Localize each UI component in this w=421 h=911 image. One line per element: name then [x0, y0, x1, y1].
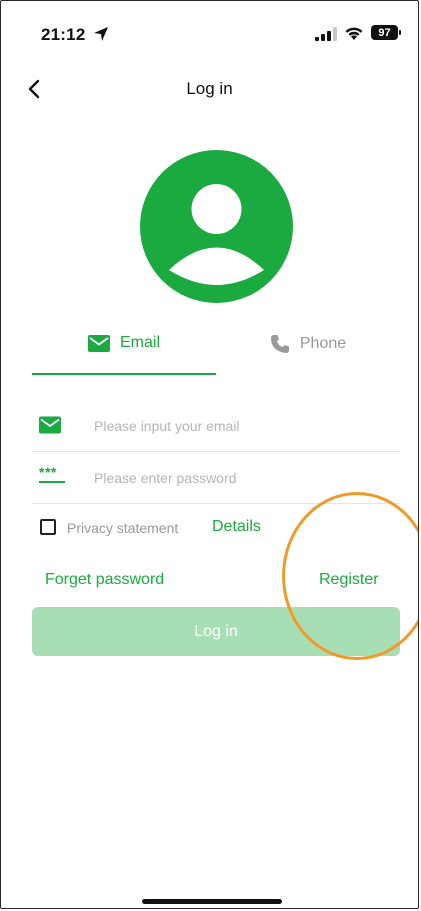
location-arrow-icon — [94, 27, 108, 41]
battery-icon: 97 — [371, 25, 401, 40]
home-indicator[interactable] — [142, 899, 282, 904]
tab-email-label: Email — [119, 334, 160, 351]
email-input[interactable] — [94, 411, 394, 441]
active-tab-indicator — [32, 373, 216, 375]
battery-level: 97 — [378, 26, 391, 39]
user-avatar-icon — [140, 150, 293, 303]
privacy-label: Privacy statement — [67, 520, 179, 536]
status-time: 21:12 — [41, 25, 86, 44]
envelope-icon — [87, 334, 110, 352]
cellular-signal-icon — [315, 27, 337, 41]
details-link[interactable]: Details — [212, 518, 261, 536]
envelope-icon — [39, 416, 61, 434]
login-button[interactable]: Log in — [32, 607, 400, 656]
page-title: Log in — [186, 79, 233, 98]
password-input[interactable] — [94, 463, 394, 493]
phone-screen: 21:12 97 Log in Email Phone Please input… — [0, 0, 419, 909]
forget-password-link[interactable]: Forget password — [45, 571, 164, 589]
tab-phone[interactable]: Phone — [216, 334, 400, 376]
wifi-icon — [345, 27, 363, 40]
password-icon: *** — [39, 464, 57, 480]
password-row: *** — [32, 453, 400, 504]
phone-icon — [270, 335, 289, 353]
privacy-checkbox[interactable] — [40, 519, 56, 535]
register-link[interactable]: Register — [319, 571, 379, 589]
tab-phone-label: Phone — [299, 335, 347, 352]
email-row — [32, 401, 400, 452]
password-icon-underline — [39, 481, 65, 483]
tab-email[interactable]: Email — [32, 334, 216, 376]
status-bar: 21:12 97 — [1, 1, 418, 61]
